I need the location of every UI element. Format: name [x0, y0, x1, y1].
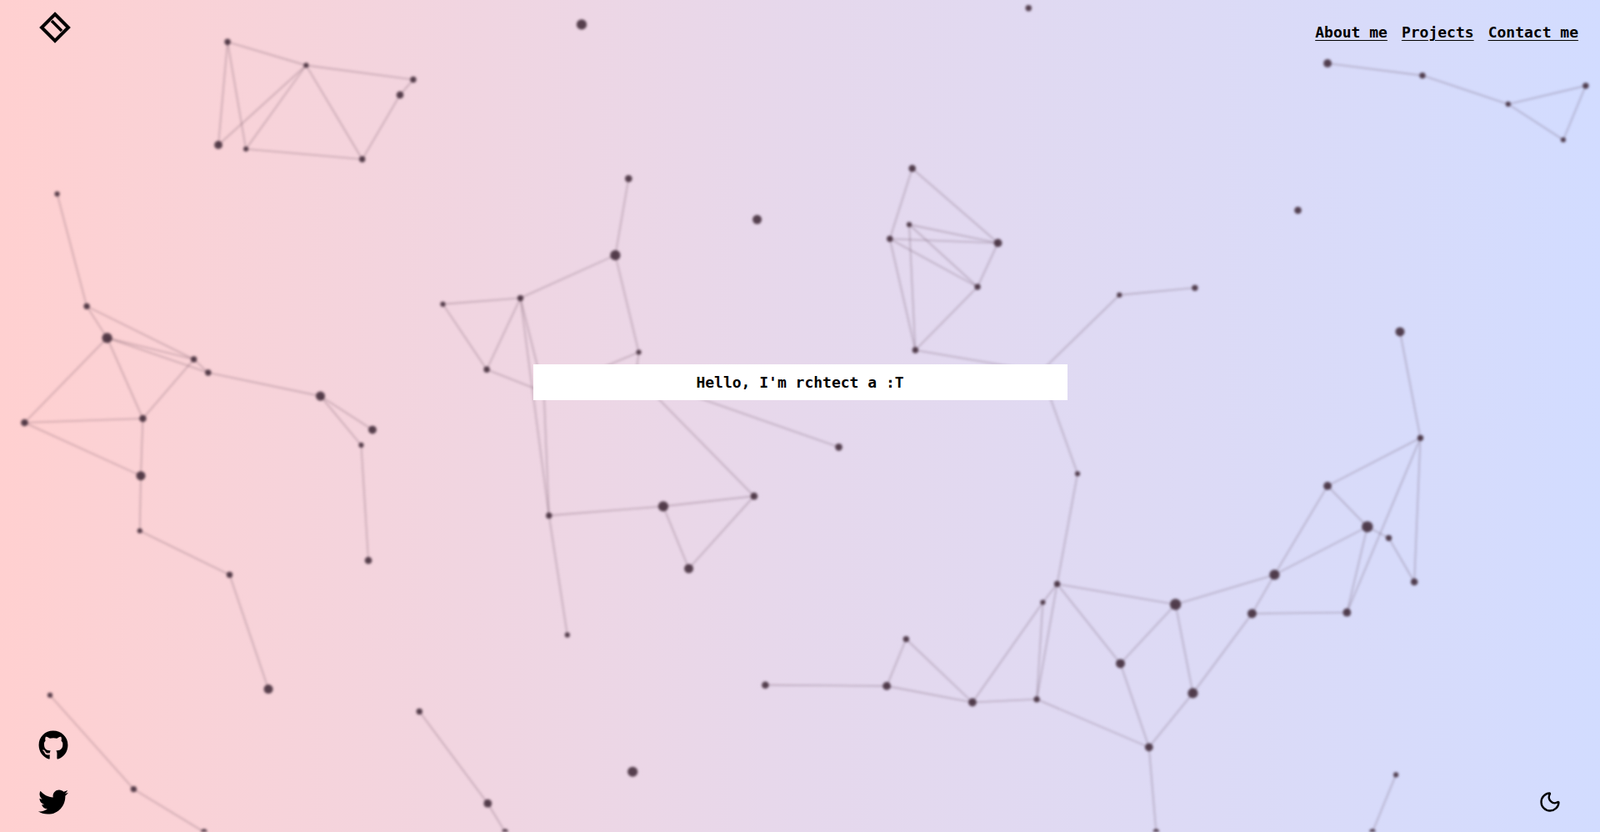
twitter-icon[interactable] [38, 786, 69, 817]
nav-link[interactable]: About me [1315, 20, 1388, 44]
moon-icon[interactable] [1538, 790, 1562, 814]
footer [0, 730, 1600, 832]
hero-box: Hello, I'm rchtect a :T [533, 364, 1068, 400]
nav-link[interactable]: Contact me [1488, 20, 1579, 44]
page: About me Projects Contact me Hello, I'm rch… [0, 0, 1600, 832]
nav: About me Projects Contact me [1315, 10, 1579, 44]
particle-network [0, 0, 1600, 832]
github-icon[interactable] [38, 730, 69, 760]
nav-link[interactable]: Projects [1401, 20, 1475, 44]
social-links [38, 730, 69, 817]
hero: Hello, I'm rchtect a :T [0, 44, 1600, 730]
logo-icon[interactable] [38, 10, 72, 45]
theme-toggle[interactable] [1538, 790, 1562, 814]
header: About me Projects Contact me [0, 0, 1600, 45]
hero-text: Hello, I'm rchtect a :T [695, 370, 904, 394]
